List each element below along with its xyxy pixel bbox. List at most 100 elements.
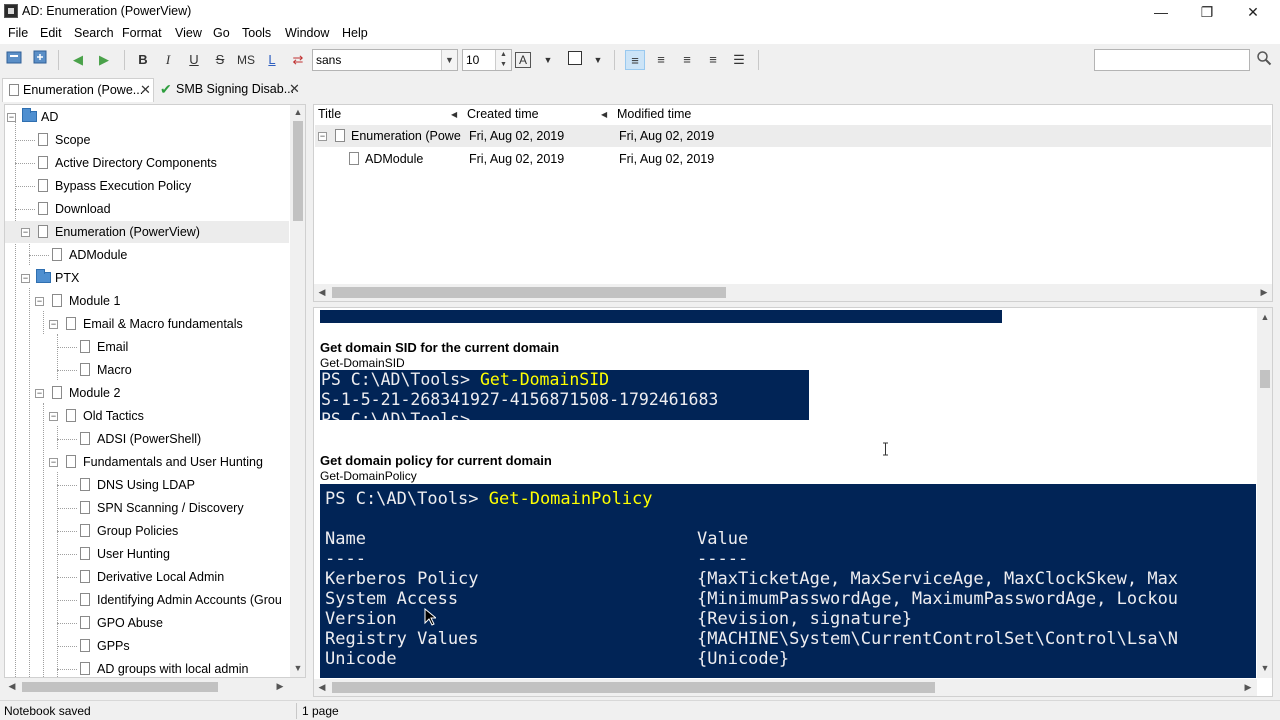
tree-item-old-tactics[interactable]: − Old Tactics xyxy=(5,405,289,427)
chevron-down-icon[interactable]: ▼ xyxy=(290,663,305,673)
tree-item-email[interactable]: Email xyxy=(5,336,289,358)
menu-file[interactable]: File xyxy=(8,26,28,40)
tab-smb-signing[interactable]: ✔ SMB Signing Disab... ✕ xyxy=(156,78,306,102)
chevron-up-icon[interactable]: ▲ xyxy=(1257,312,1272,322)
tree-item-ad-components[interactable]: Active Directory Components xyxy=(5,152,289,174)
tree-item-gpps[interactable]: GPPs xyxy=(5,635,289,657)
tree-item-module-1[interactable]: − Module 1 xyxy=(5,290,289,312)
page-icon xyxy=(80,593,90,606)
chevron-right-icon[interactable]: ▶ xyxy=(272,681,288,692)
list-row[interactable]: − Enumeration (Powe Fri, Aug 02, 2019 Fr… xyxy=(315,125,1271,147)
back-arrow-icon[interactable]: ◀ xyxy=(68,50,88,70)
tree-item-module-2[interactable]: − Module 2 xyxy=(5,382,289,404)
tree-item-dns-ldap[interactable]: DNS Using LDAP xyxy=(5,474,289,496)
chevron-down-icon[interactable]: ▼ xyxy=(1257,663,1272,673)
link-button[interactable]: L xyxy=(262,50,282,70)
monospace-button[interactable]: MS xyxy=(234,50,258,70)
close-icon[interactable]: ✕ xyxy=(289,78,300,100)
chevron-right-icon[interactable]: ▶ xyxy=(1240,682,1256,693)
menu-edit[interactable]: Edit xyxy=(40,26,62,40)
chevron-left-icon[interactable]: ◀ xyxy=(4,681,20,692)
notebook-icon[interactable] xyxy=(4,50,24,70)
chevron-down-icon[interactable]: ▼ xyxy=(538,50,558,70)
strikethrough-button[interactable]: S xyxy=(210,50,230,70)
maximize-button[interactable]: ❐ xyxy=(1184,0,1230,24)
text-color-button[interactable]: A xyxy=(515,52,531,68)
close-button[interactable]: ✕ xyxy=(1230,0,1276,24)
powershell-screenshot: PS C:\AD\Tools> Get-DomainSID S-1-5-21-2… xyxy=(320,370,809,420)
tree-item-admodule[interactable]: ADModule xyxy=(5,244,289,266)
chevron-left-icon[interactable]: ◀ xyxy=(314,682,330,693)
menu-tools[interactable]: Tools xyxy=(242,26,271,40)
forward-arrow-icon[interactable]: ▶ xyxy=(94,50,114,70)
collapse-icon[interactable]: − xyxy=(318,132,327,141)
close-icon[interactable]: ✕ xyxy=(140,79,151,101)
collapse-icon[interactable]: − xyxy=(35,389,44,398)
chevron-right-icon[interactable]: ▶ xyxy=(1256,287,1272,298)
italic-button[interactable]: I xyxy=(158,50,178,70)
editor-vertical-scrollbar[interactable]: ▲ ▼ xyxy=(1257,308,1272,678)
tree-horizontal-scrollbar[interactable]: ◀ ▶ xyxy=(4,679,290,695)
justify-icon[interactable]: ≡ xyxy=(703,50,723,70)
collapse-icon[interactable]: − xyxy=(21,228,30,237)
list-row[interactable]: ADModule Fri, Aug 02, 2019 Fri, Aug 02, … xyxy=(315,148,1271,170)
menu-help[interactable]: Help xyxy=(342,26,368,40)
editor-horizontal-scrollbar[interactable]: ◀ ▶ xyxy=(314,679,1257,696)
tree-item-enumeration[interactable]: − Enumeration (PowerView) xyxy=(5,221,289,243)
font-name-select[interactable]: sans ▼ xyxy=(312,49,458,71)
tree-item-ptx[interactable]: − PTX xyxy=(5,267,289,289)
search-input[interactable] xyxy=(1094,49,1250,71)
tree-vertical-scrollbar[interactable]: ▲ ▼ xyxy=(290,105,305,677)
tree-item-user-hunting[interactable]: User Hunting xyxy=(5,543,289,565)
status-text: Notebook saved xyxy=(4,704,91,718)
collapse-icon[interactable]: − xyxy=(21,274,30,283)
collapse-icon[interactable]: − xyxy=(49,320,58,329)
chevron-up-icon[interactable]: ▲ xyxy=(290,107,305,117)
align-left-icon[interactable]: ≡ xyxy=(625,50,645,70)
align-center-icon[interactable]: ≡ xyxy=(651,50,671,70)
tree-item-email-macro[interactable]: − Email & Macro fundamentals xyxy=(5,313,289,335)
column-header-created[interactable]: Created time xyxy=(467,107,539,125)
tree-item-group-policies[interactable]: Group Policies xyxy=(5,520,289,542)
menu-window[interactable]: Window xyxy=(285,26,329,40)
tree-item-download[interactable]: Download xyxy=(5,198,289,220)
status-bar: Notebook saved 1 page xyxy=(0,700,1280,720)
tree-item-fundamentals[interactable]: − Fundamentals and User Hunting xyxy=(5,451,289,473)
collapse-icon[interactable]: − xyxy=(35,297,44,306)
tab-enumeration[interactable]: Enumeration (Powe... ✕ xyxy=(2,78,154,102)
clear-format-icon[interactable]: ⇄ xyxy=(288,50,308,70)
font-size-spinner[interactable]: 10 ▲ ▼ xyxy=(462,49,512,71)
chevron-left-icon[interactable]: ◀ xyxy=(314,287,330,298)
underline-button[interactable]: U xyxy=(184,50,204,70)
new-page-icon[interactable] xyxy=(30,50,50,70)
tree-item-identifying-admins[interactable]: Identifying Admin Accounts (Grou xyxy=(5,589,289,611)
page-editor[interactable]: Get domain SID for the current domain Ge… xyxy=(313,307,1273,697)
collapse-icon[interactable]: − xyxy=(7,113,16,122)
tree-item-adsi[interactable]: ADSI (PowerShell) xyxy=(5,428,289,450)
chevron-down-icon[interactable]: ▼ xyxy=(588,50,608,70)
menu-view[interactable]: View xyxy=(175,26,202,40)
column-header-title[interactable]: Title xyxy=(318,107,341,125)
tree-item-scope[interactable]: Scope xyxy=(5,129,289,151)
background-color-button[interactable] xyxy=(565,50,585,70)
list-horizontal-scrollbar[interactable]: ◀ ▶ xyxy=(314,284,1272,301)
align-right-icon[interactable]: ≡ xyxy=(677,50,697,70)
bold-button[interactable]: B xyxy=(133,50,153,70)
menu-search[interactable]: Search xyxy=(74,26,114,40)
tree-item-ad[interactable]: − AD xyxy=(5,106,289,128)
bullet-list-icon[interactable]: ☰ xyxy=(729,50,749,70)
menu-go[interactable]: Go xyxy=(213,26,230,40)
tree-item-ad-groups[interactable]: AD groups with local admin xyxy=(5,658,289,677)
collapse-icon[interactable]: − xyxy=(49,412,58,421)
page-icon xyxy=(80,432,90,445)
tree-item-gpo-abuse[interactable]: GPO Abuse xyxy=(5,612,289,634)
minimize-button[interactable]: — xyxy=(1138,0,1184,24)
tree-item-macro[interactable]: Macro xyxy=(5,359,289,381)
search-icon[interactable] xyxy=(1254,50,1274,70)
collapse-icon[interactable]: − xyxy=(49,458,58,467)
column-header-modified[interactable]: Modified time xyxy=(617,107,691,125)
tree-item-bypass-policy[interactable]: Bypass Execution Policy xyxy=(5,175,289,197)
menu-format[interactable]: Format xyxy=(122,26,162,40)
tree-item-derivative-admin[interactable]: Derivative Local Admin xyxy=(5,566,289,588)
tree-item-spn-scanning[interactable]: SPN Scanning / Discovery xyxy=(5,497,289,519)
